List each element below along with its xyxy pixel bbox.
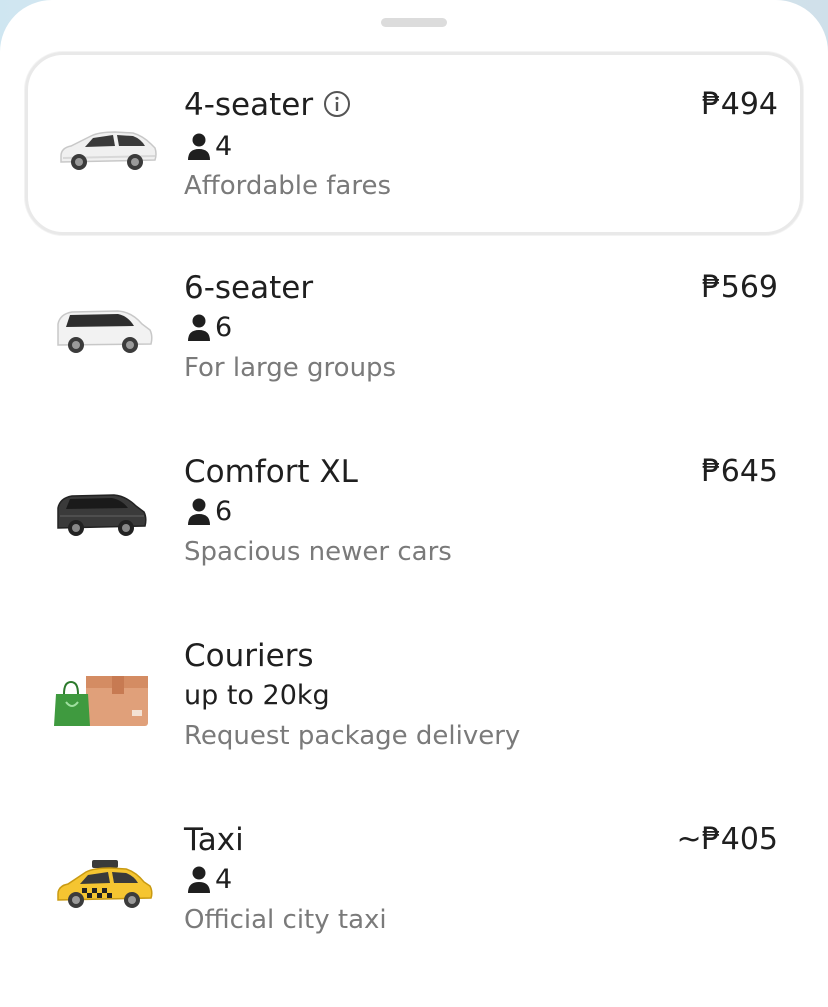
tariff-description: Affordable fares [184, 171, 392, 201]
tariff-description: Spacious newer cars [184, 537, 452, 567]
tariff-name: Taxi [184, 822, 244, 858]
sedan-white-icon [60, 131, 157, 170]
tariff-bottom-sheet: 4-seater 4 Affordable fares ₱494 6-seate… [0, 0, 828, 1007]
tariff-name: Comfort XL [184, 454, 358, 490]
tariff-option-taxi[interactable]: Taxi 4 Official city taxi ~₱405 [0, 804, 828, 988]
tariff-price: ₱569 [701, 270, 778, 305]
taxi-icon [57, 860, 153, 908]
tariff-name: Couriers [184, 638, 314, 674]
tariff-price: ~₱405 [676, 822, 778, 857]
seat-count: 6 [187, 496, 232, 528]
sheet-drag-handle[interactable] [381, 18, 447, 27]
seat-count: 6 [187, 312, 232, 344]
person-icon [188, 133, 210, 160]
minivan-white-icon [57, 310, 153, 353]
tariff-option-couriers[interactable]: Couriers up to 20kg Request package deli… [0, 620, 828, 804]
tariff-option-4-seater[interactable]: 4-seater 4 Affordable fares ₱494 [25, 52, 803, 235]
tariff-name: 4-seater [184, 87, 314, 123]
seat-count: 4 [187, 131, 232, 163]
info-icon[interactable] [323, 90, 351, 118]
tariff-description: Official city taxi [184, 905, 387, 935]
tariff-price: ₱645 [701, 454, 778, 489]
tariff-name: 6-seater [184, 270, 314, 306]
person-icon [188, 314, 210, 341]
minivan-black-icon [57, 494, 147, 536]
tariff-option-comfort-xl[interactable]: Comfort XL 6 Spacious newer cars ₱645 [0, 436, 828, 620]
person-icon [188, 866, 210, 893]
tariff-price: ₱494 [701, 87, 778, 122]
tariff-description: For large groups [184, 353, 397, 383]
person-icon [188, 498, 210, 525]
weight-limit: up to 20kg [184, 680, 330, 711]
tariff-option-6-seater[interactable]: 6-seater 6 For large groups ₱569 [0, 252, 828, 436]
package-icon [54, 676, 148, 726]
seat-count: 4 [187, 864, 232, 896]
tariff-description: Request package delivery [184, 721, 521, 751]
